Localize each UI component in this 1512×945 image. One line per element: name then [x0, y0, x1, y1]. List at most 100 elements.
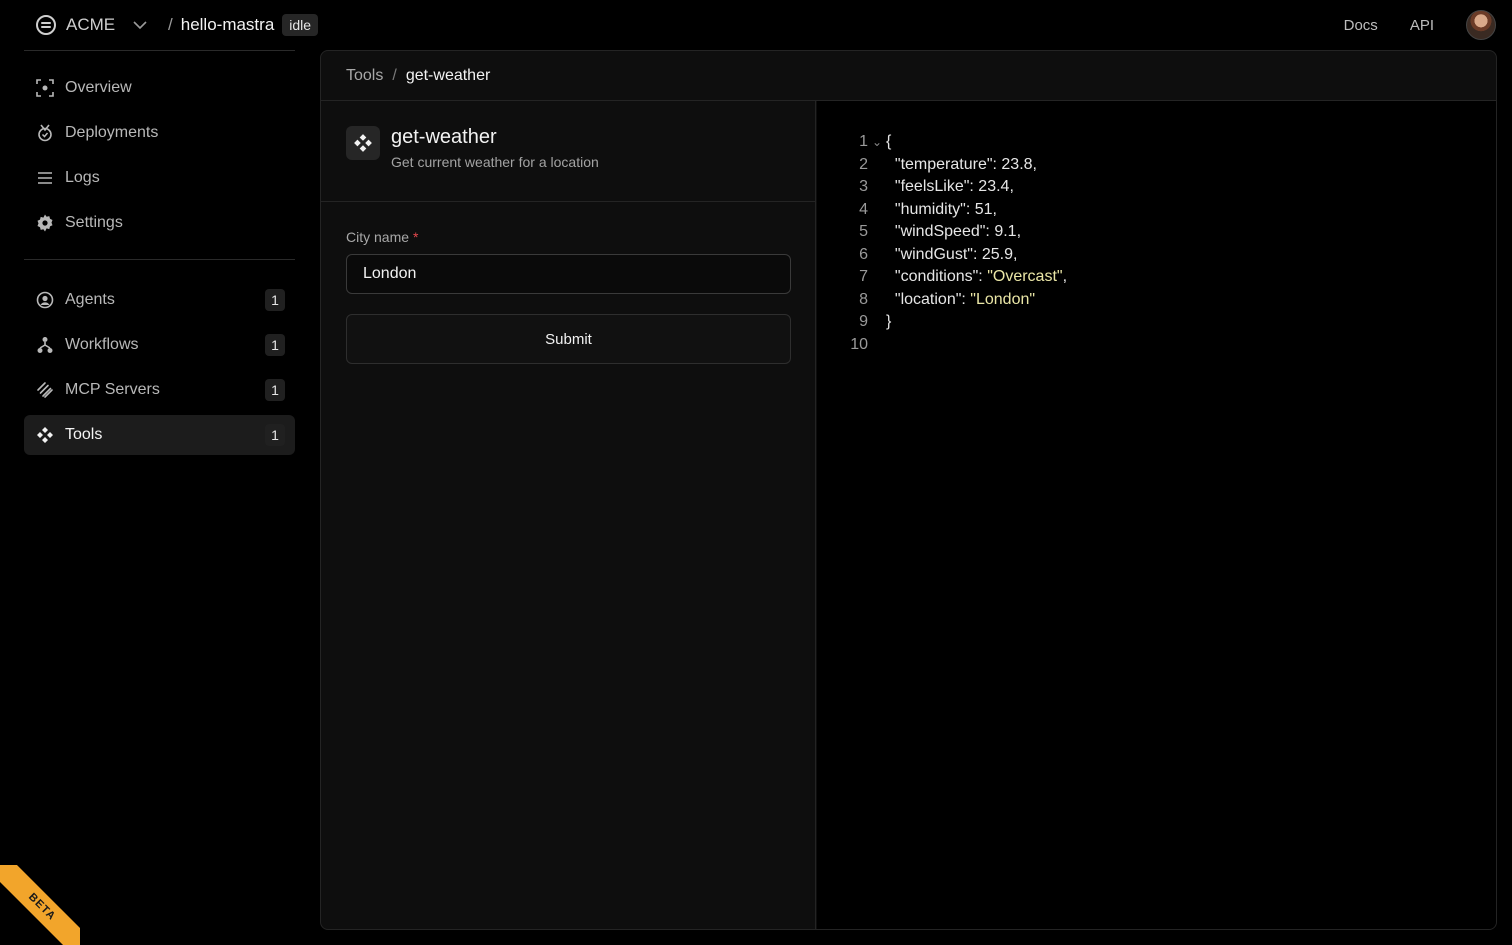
- mcp-icon: [35, 380, 55, 400]
- sidebar-item-label: Deployments: [65, 124, 159, 141]
- breadcrumb-separator: /: [392, 66, 397, 84]
- org-name: ACME: [66, 15, 116, 34]
- beta-label: BETA: [0, 865, 80, 945]
- line-number: 4: [859, 200, 868, 218]
- json-punctuation: ,: [1012, 245, 1018, 263]
- json-string-value: "London": [970, 290, 1036, 308]
- sidebar-item-logs[interactable]: Logs: [24, 158, 295, 198]
- avatar[interactable]: [1466, 10, 1496, 40]
- tool-description: Get current weather for a location: [391, 154, 599, 170]
- line-number: 7: [859, 268, 868, 286]
- fold-chevron-icon[interactable]: ⌄: [868, 135, 886, 149]
- line-number: 5: [859, 223, 868, 241]
- docs-link[interactable]: Docs: [1344, 17, 1378, 34]
- json-number-value: 23.4: [978, 178, 1010, 196]
- json-punctuation: ,: [1062, 268, 1068, 286]
- project-name[interactable]: hello-mastra: [181, 15, 275, 35]
- code-token: }: [886, 313, 892, 331]
- json-punctuation: ,: [1009, 178, 1014, 196]
- sidebar-divider: [24, 259, 295, 260]
- code-text: }: [886, 313, 891, 331]
- sidebar-item-overview[interactable]: Overview: [24, 68, 295, 108]
- json-string-value: "Overcast": [987, 268, 1063, 286]
- sidebar-item-label: Logs: [65, 169, 100, 186]
- beta-ribbon: BETA: [0, 865, 80, 945]
- breadcrumb: Tools / get-weather: [321, 51, 1496, 101]
- line-number: 9: [859, 313, 868, 331]
- chevron-down-icon[interactable]: [131, 16, 149, 34]
- sidebar-item-settings[interactable]: Settings: [24, 203, 295, 243]
- overview-icon: [35, 78, 55, 98]
- field-label-text: City name: [346, 229, 410, 245]
- org-switcher[interactable]: ACME: [36, 13, 149, 37]
- count-badge: 1: [265, 334, 285, 356]
- code-text: "humidity": 51,: [886, 201, 997, 219]
- sidebar: Overview Deployments Logs Settings Agent…: [24, 68, 295, 460]
- code-line: 2 "temperature": 23.8,: [817, 154, 1496, 177]
- sidebar-item-tools[interactable]: Tools 1: [24, 415, 295, 455]
- json-punctuation: ,: [1032, 155, 1037, 173]
- result-pane: 1 ⌄{2 "temperature": 23.8, 3 "feelsLike": …: [817, 101, 1496, 929]
- top-links: Docs API: [1344, 9, 1496, 41]
- code-text: "conditions": "Overcast",: [886, 268, 1067, 286]
- city-name-value: London: [363, 265, 417, 282]
- line-number: 10: [850, 335, 868, 353]
- top-bar: ACME / hello-mastra idle Docs API: [0, 0, 1512, 50]
- code-text: "temperature": 23.8,: [886, 156, 1037, 174]
- code-line: 8 "location": "London": [817, 289, 1496, 312]
- tool-title: get-weather: [391, 126, 497, 148]
- code-token: {: [886, 133, 892, 151]
- main-panel: Tools / get-weather get-weather Get curr…: [320, 50, 1497, 930]
- api-link[interactable]: API: [1410, 17, 1434, 34]
- city-name-input[interactable]: London: [346, 254, 791, 294]
- line-number: 3: [859, 178, 868, 196]
- sidebar-item-mcp-servers[interactable]: MCP Servers 1: [24, 370, 295, 410]
- submit-button[interactable]: Submit: [346, 314, 791, 364]
- project-switcher[interactable]: / hello-mastra idle: [168, 12, 319, 38]
- count-badge: 1: [265, 424, 285, 446]
- json-key: "temperature":: [886, 155, 1002, 173]
- sidebar-item-label: Settings: [65, 214, 123, 231]
- json-number-value: 25.9: [981, 245, 1013, 263]
- required-marker: *: [413, 229, 419, 245]
- json-punctuation: ,: [992, 200, 997, 218]
- count-badge: 1: [265, 379, 285, 401]
- status-badge: idle: [282, 14, 319, 36]
- count-badge: 1: [265, 289, 285, 311]
- breadcrumb-tools-link[interactable]: Tools: [346, 67, 383, 85]
- tool-form: City name * London Submit: [346, 229, 791, 364]
- logs-icon: [35, 168, 55, 188]
- line-number: 1: [859, 133, 868, 151]
- sidebar-top-divider: [24, 50, 295, 51]
- tool-header: get-weather Get current weather for a lo…: [321, 101, 815, 202]
- sidebar-item-agents[interactable]: Agents 1: [24, 280, 295, 320]
- code-text: "windGust": 25.9,: [886, 245, 1018, 264]
- code-line: 6 "windGust": 25.9,: [817, 244, 1496, 267]
- json-key: "location":: [886, 290, 971, 308]
- workflow-icon: [35, 335, 55, 355]
- code-text: {: [886, 133, 891, 151]
- code-line: 9}: [817, 311, 1496, 334]
- json-punctuation: ,: [1016, 223, 1022, 241]
- code-text: "windSpeed": 9.1,: [886, 223, 1021, 241]
- json-key: "conditions":: [886, 268, 988, 286]
- sidebar-item-workflows[interactable]: Workflows 1: [24, 325, 295, 365]
- deployments-icon: [35, 123, 55, 143]
- code-line: 10: [817, 334, 1496, 357]
- sidebar-item-deployments[interactable]: Deployments: [24, 113, 295, 153]
- breadcrumb-current: get-weather: [405, 66, 491, 84]
- code-line: 3 "feelsLike": 23.4,: [817, 176, 1496, 199]
- json-key: "feelsLike":: [886, 178, 979, 196]
- code-line: 1 ⌄{: [817, 131, 1496, 154]
- code-line: 5 "windSpeed": 9.1,: [817, 221, 1496, 244]
- gear-icon: [35, 213, 55, 233]
- line-number: 2: [859, 155, 868, 173]
- json-key: "windSpeed":: [886, 223, 995, 241]
- sidebar-item-label: Workflows: [65, 336, 139, 353]
- code-text: "feelsLike": 23.4,: [886, 178, 1014, 196]
- sidebar-item-label: MCP Servers: [65, 381, 160, 398]
- code-text: "location": "London": [886, 291, 1035, 309]
- json-result-viewer: 1 ⌄{2 "temperature": 23.8, 3 "feelsLike": …: [817, 131, 1496, 357]
- json-number-value: 23.8: [1001, 155, 1033, 173]
- org-logo-icon: [36, 15, 56, 35]
